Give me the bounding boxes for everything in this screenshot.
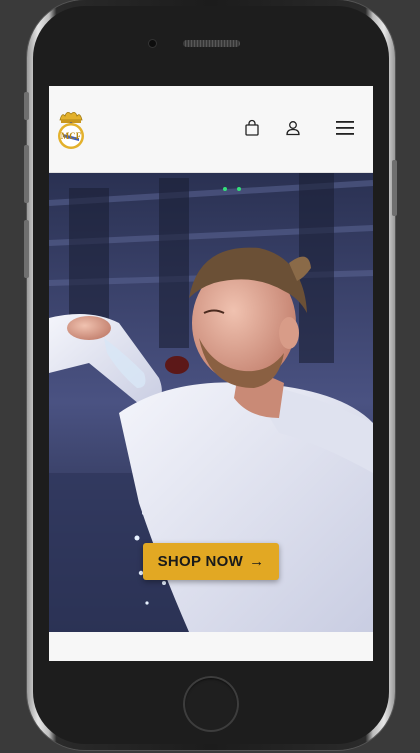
user-icon[interactable]: [284, 119, 302, 137]
power-button: [392, 160, 397, 216]
page-below-hero: [49, 632, 373, 661]
hamburger-menu-icon[interactable]: [335, 118, 355, 138]
mute-switch: [24, 92, 29, 120]
shopping-bag-icon[interactable]: [243, 119, 261, 137]
home-button[interactable]: [183, 676, 239, 732]
shop-now-button[interactable]: SHOP NOW →: [143, 543, 279, 580]
arrow-right-icon: →: [249, 553, 265, 570]
volume-up-button: [24, 145, 29, 203]
club-crest-logo[interactable]: MCF: [55, 108, 87, 150]
svg-text:MCF: MCF: [61, 131, 82, 141]
phone-screen: MCF SHOP NOW →: [49, 86, 373, 661]
front-camera: [149, 40, 156, 47]
hero-banner: SHOP NOW →: [49, 173, 373, 632]
volume-down-button: [24, 220, 29, 278]
earpiece-speaker: [183, 40, 240, 47]
shop-now-label: SHOP NOW: [157, 553, 244, 570]
site-header: MCF: [49, 86, 373, 173]
